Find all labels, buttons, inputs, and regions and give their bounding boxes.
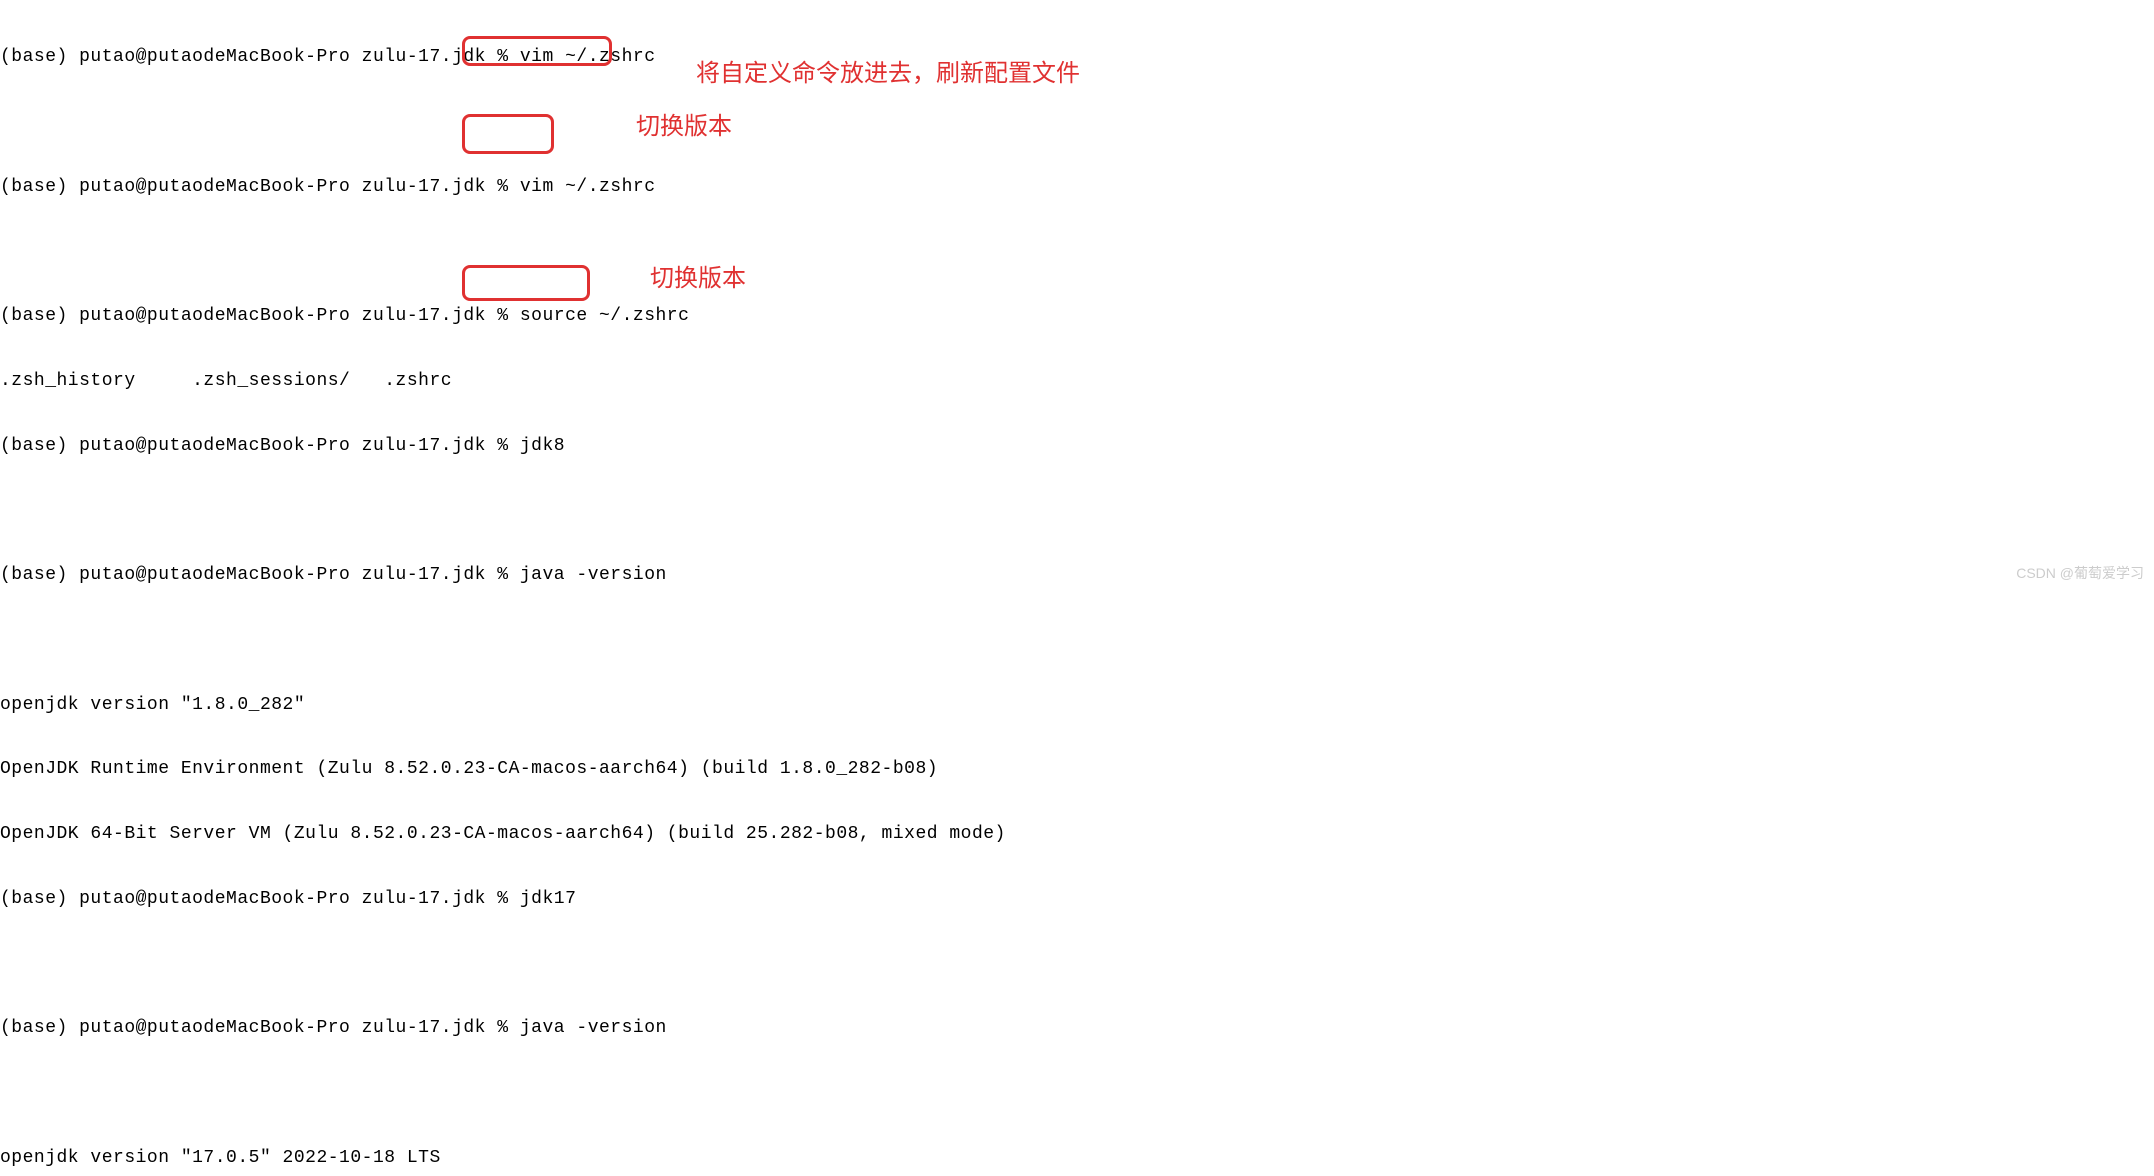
terminal-line: (base) putao@putaodeMacBook-Pro zulu-17.… [0, 436, 2154, 458]
annotation-commands-refresh: 将自定义命令放进去，刷新配置文件 [696, 60, 1080, 89]
terminal-line [0, 630, 2154, 652]
terminal-line [0, 500, 2154, 522]
annotation-switch-version-2: 切换版本 [650, 265, 746, 294]
terminal-line: OpenJDK Runtime Environment (Zulu 8.52.0… [0, 759, 2154, 781]
watermark: CSDN @葡萄爱学习 [2016, 565, 2144, 582]
terminal-line [0, 241, 2154, 263]
terminal-line: (base) putao@putaodeMacBook-Pro zulu-17.… [0, 1018, 2154, 1040]
terminal-line: .zsh_history .zsh_sessions/ .zshrc [0, 371, 2154, 393]
terminal-line: openjdk version "1.8.0_282" [0, 695, 2154, 717]
terminal-line [0, 112, 2154, 134]
terminal-line [0, 954, 2154, 976]
terminal-line [0, 1083, 2154, 1105]
terminal-line: (base) putao@putaodeMacBook-Pro zulu-17.… [0, 306, 2154, 328]
terminal-line: (base) putao@putaodeMacBook-Pro zulu-17.… [0, 177, 2154, 199]
terminal-line: OpenJDK 64-Bit Server VM (Zulu 8.52.0.23… [0, 824, 2154, 846]
terminal-line: (base) putao@putaodeMacBook-Pro zulu-17.… [0, 889, 2154, 911]
terminal-line: (base) putao@putaodeMacBook-Pro zulu-17.… [0, 565, 2154, 587]
terminal-output: (base) putao@putaodeMacBook-Pro zulu-17.… [0, 4, 2154, 1176]
terminal-line: openjdk version "17.0.5" 2022-10-18 LTS [0, 1148, 2154, 1170]
annotation-switch-version-1: 切换版本 [636, 113, 732, 142]
